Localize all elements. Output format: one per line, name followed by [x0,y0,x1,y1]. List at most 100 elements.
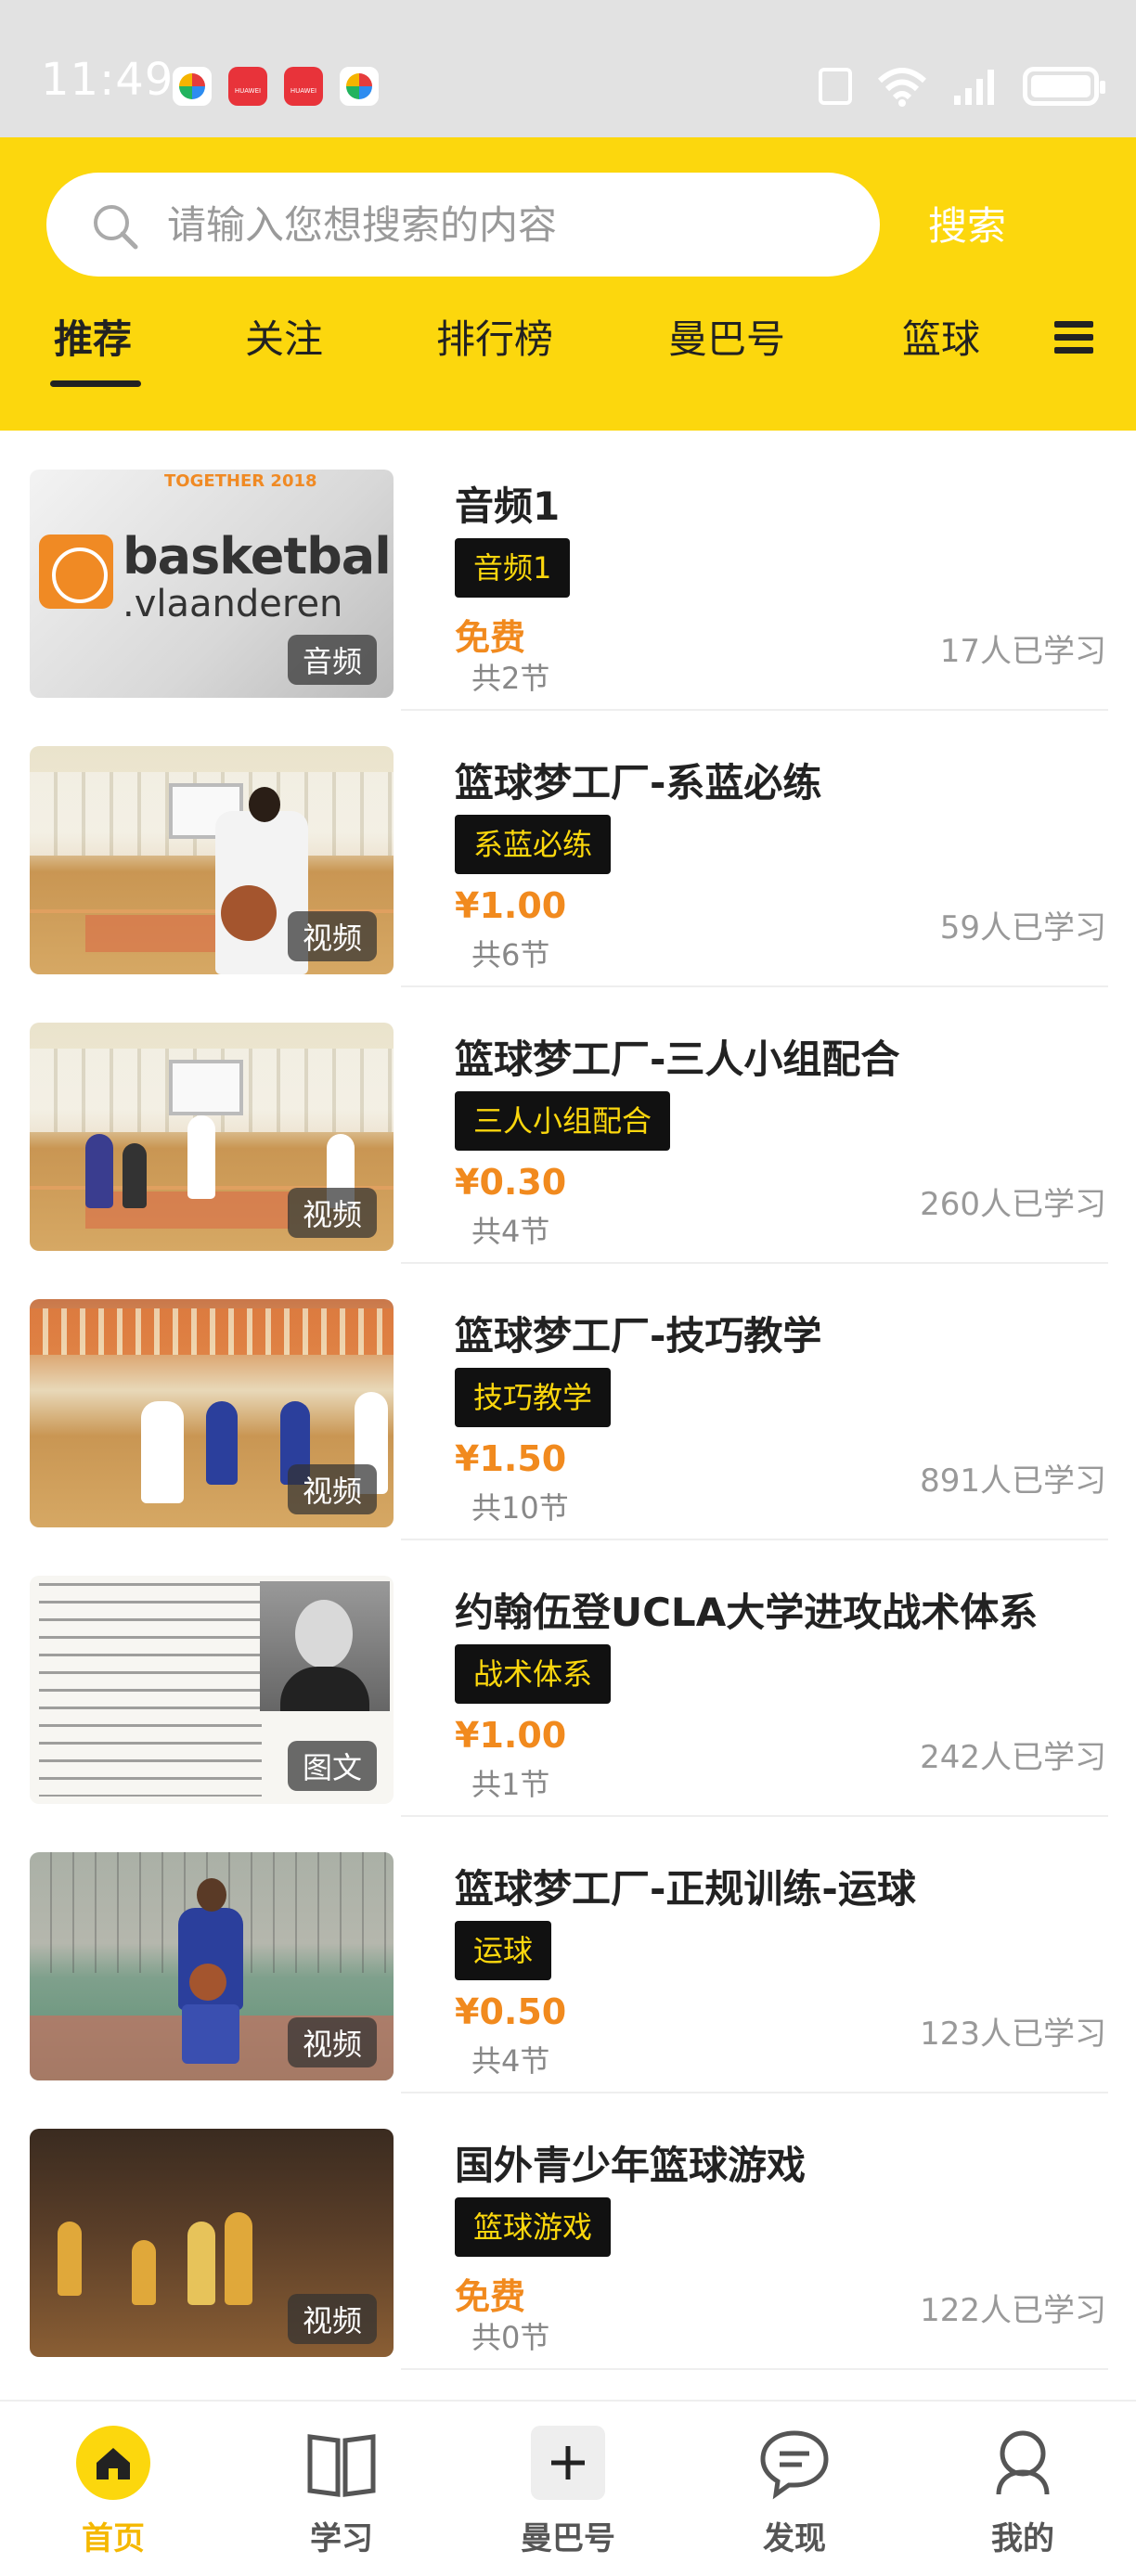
nav-label: 学习 [310,2520,373,2557]
course-title: 国外青少年篮球游戏 [455,2143,807,2188]
media-type-badge: 音频 [287,635,377,685]
tab-mamba[interactable]: 曼巴号 [668,308,785,365]
logo-text: .vlaanderen [123,583,343,625]
media-type-badge: 视频 [287,1464,377,1514]
logo-text: TOGETHER 2018 [164,471,317,491]
tab-follow[interactable]: 关注 [245,308,323,365]
course-tag: 技巧教学 [455,1368,612,1427]
user-icon [996,2430,1050,2495]
course-title: 约翰伍登UCLA大学进攻战术体系 [455,1590,1039,1635]
signal-icon [954,70,994,105]
tab-recommend[interactable]: 推荐 [54,308,132,365]
search-button[interactable]: 搜索 [928,195,1006,251]
multicolor-app-icon [173,67,212,106]
course-tag: 音频1 [455,538,571,598]
list-item[interactable]: 视频 篮球梦工厂-技巧教学 技巧教学 ¥1.50 共10节 891人已学习 [0,1266,1136,1540]
book-icon [307,2434,376,2497]
course-tag: 运球 [455,1921,552,1980]
learner-count: 891人已学习 [920,1462,1106,1500]
logo-text: basketbal [123,527,392,586]
home-icon [76,2426,150,2500]
nav-mine[interactable]: 我的 [930,2402,1116,2576]
course-price: ¥1.00 [455,885,567,926]
status-bar: 11:49 [0,0,1136,137]
nav-discover[interactable]: 发现 [702,2402,887,2576]
huawei-app-icon [284,67,323,106]
multicolor-app-icon [340,67,379,106]
huawei-app-icon [228,67,267,106]
course-title: 篮球梦工厂-正规训练-运球 [455,1866,916,1912]
course-thumbnail: 视频 [30,746,394,974]
learner-count: 123人已学习 [920,2016,1106,2053]
course-tag: 系蓝必练 [455,815,612,874]
search-input[interactable] [167,173,854,277]
nav-label: 发现 [763,2520,826,2557]
course-thumbnail: TOGETHER 2018 basketbal .vlaanderen 音频 [30,470,394,698]
course-thumbnail: 视频 [30,2129,394,2357]
search-icon [94,205,138,250]
media-type-badge: 图文 [287,1741,377,1791]
list-item[interactable]: 视频 篮球梦工厂-系蓝必练 系蓝必练 ¥1.00 共6节 59人已学习 [0,713,1136,987]
list-item[interactable]: 视频 国外青少年篮球游戏 篮球游戏 免费 共0节 122人已学习 [0,2095,1136,2370]
media-type-badge: 视频 [287,2017,377,2067]
active-tab-indicator [50,380,141,387]
learner-count: 260人已学习 [920,1186,1106,1223]
bottom-nav: 首页 学习 曼巴号 发现 我的 [0,2400,1136,2576]
lesson-count: 共6节 [471,937,550,972]
course-thumbnail: 视频 [30,1299,394,1527]
course-price: ¥1.00 [455,1715,567,1756]
add-icon [531,2426,605,2500]
list-item[interactable]: 视频 篮球梦工厂-三人小组配合 三人小组配合 ¥0.30 共4节 260人已学习 [0,989,1136,1264]
portrait-image [260,1581,390,1711]
course-tag: 战术体系 [455,1644,612,1704]
media-type-badge: 视频 [287,2294,377,2344]
category-tabs: 推荐 关注 排行榜 曼巴号 篮球 [0,308,1136,410]
learner-count: 17人已学习 [939,633,1106,670]
tab-basketball[interactable]: 篮球 [902,308,980,365]
battery-icon [1023,67,1105,106]
lesson-count: 共10节 [471,1490,569,1526]
lesson-count: 共1节 [471,1767,550,1802]
course-title: 音频1 [455,483,561,529]
nav-mamba[interactable]: 曼巴号 [475,2402,661,2576]
media-type-badge: 视频 [287,911,377,961]
nav-label: 曼巴号 [521,2520,615,2557]
course-price: ¥1.50 [455,1438,567,1479]
nfc-icon [819,68,852,105]
chat-bubble-icon [760,2430,829,2500]
nav-label: 我的 [991,2520,1054,2557]
wifi-icon [877,68,927,107]
status-time: 11:49 [41,54,174,106]
nav-learn[interactable]: 学习 [249,2402,434,2576]
learner-count: 59人已学习 [939,909,1106,947]
nav-home[interactable]: 首页 [20,2402,206,2576]
learner-count: 242人已学习 [920,1739,1106,1776]
nav-label: 首页 [82,2520,145,2557]
header: 搜索 推荐 关注 排行榜 曼巴号 篮球 [0,137,1136,431]
lesson-count: 共0节 [471,2320,550,2355]
tab-ranking[interactable]: 排行榜 [436,308,553,365]
basketball-logo-icon [39,535,113,609]
course-price: 免费 [455,2276,526,2317]
learner-count: 122人已学习 [920,2292,1106,2329]
menu-icon[interactable] [1054,321,1093,354]
media-type-badge: 视频 [287,1188,377,1238]
course-price: ¥0.30 [455,1162,567,1203]
list-item[interactable]: TOGETHER 2018 basketbal .vlaanderen 音频 音… [0,436,1136,711]
list-item[interactable]: 图文 约翰伍登UCLA大学进攻战术体系 战术体系 ¥1.00 共1节 242人已… [0,1542,1136,1817]
lesson-count: 共2节 [471,661,550,696]
course-thumbnail: 图文 [30,1576,394,1804]
list-item[interactable]: 视频 篮球梦工厂-正规训练-运球 运球 ¥0.50 共4节 123人已学习 [0,1819,1136,2093]
course-thumbnail: 视频 [30,1023,394,1251]
course-price: 免费 [455,617,526,658]
lesson-count: 共4节 [471,2043,550,2079]
lesson-count: 共4节 [471,1214,550,1249]
course-tag: 篮球游戏 [455,2197,612,2257]
course-tag: 三人小组配合 [455,1091,671,1151]
search-box[interactable] [46,173,880,277]
course-price: ¥0.50 [455,1991,567,2032]
course-title: 篮球梦工厂-技巧教学 [455,1313,822,1359]
course-thumbnail: 视频 [30,1852,394,2080]
course-title: 篮球梦工厂-系蓝必练 [455,760,822,805]
course-title: 篮球梦工厂-三人小组配合 [455,1037,900,1082]
